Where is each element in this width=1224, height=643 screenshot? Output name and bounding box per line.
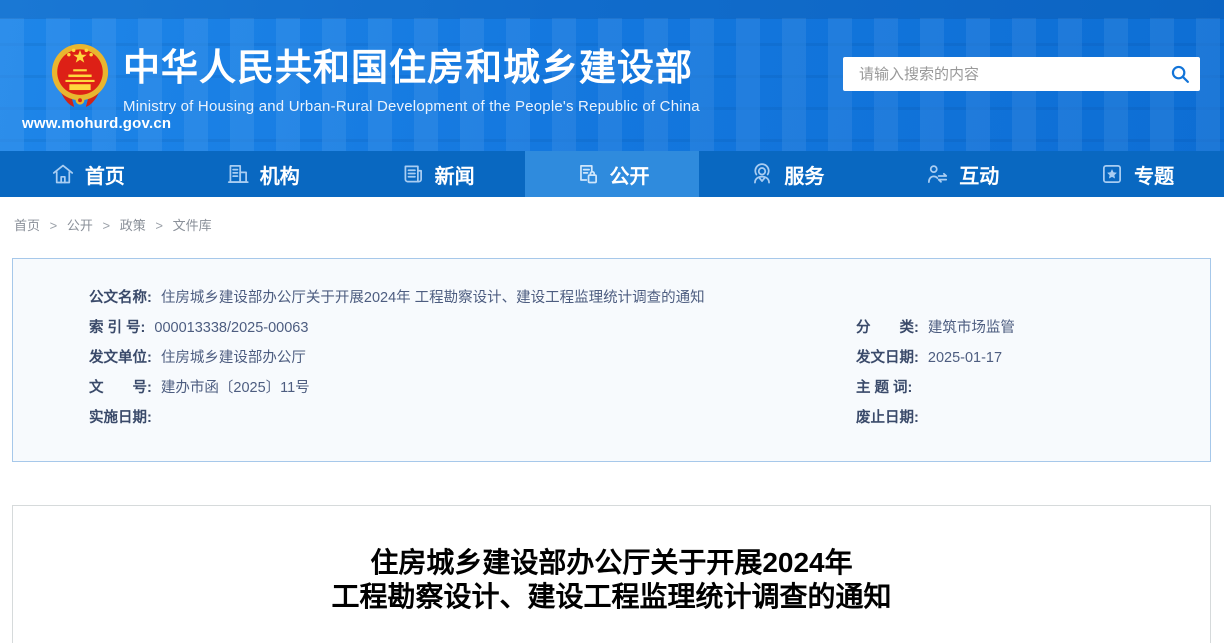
nav-item-label: 机构 [260, 160, 300, 189]
meta-value-issuing-unit: 住房城乡建设部办公厅 [161, 350, 306, 366]
document-title-line2: 工程勘察设计、建设工程监理统计调查的通知 [331, 581, 891, 612]
header-photo-band [0, 0, 1224, 19]
meta-row-doc-number: 文 号: 建办市函〔2025〕11号 主 题 词: [13, 373, 1210, 403]
meta-label-doc-number: 文 号: [89, 380, 152, 396]
search-icon [1169, 63, 1191, 85]
breadcrumb-item-disclosure[interactable]: 公开 [67, 218, 93, 233]
site-subtitle: Ministry of Housing and Urban-Rural Deve… [123, 98, 700, 115]
nav-item-label: 公开 [610, 160, 650, 189]
document-title-line1: 住房城乡建设部办公厅关于开展2024年 [370, 547, 852, 578]
doc-content-box: 住房城乡建设部办公厅关于开展2024年 工程勘察设计、建设工程监理统计调查的通知 [12, 505, 1211, 643]
meta-value-category: 建筑市场监管 [928, 320, 1015, 336]
topics-icon [1099, 161, 1125, 187]
nav-item-home[interactable]: 首页 [0, 151, 175, 197]
nav-item-organization[interactable]: 机构 [175, 151, 350, 197]
breadcrumb-item-policy[interactable]: 政策 [120, 218, 146, 233]
meta-row-issuer: 发文单位: 住房城乡建设部办公厅 发文日期: 2025-01-17 [13, 343, 1210, 373]
meta-value-issue-date: 2025-01-17 [928, 350, 1002, 366]
breadcrumb-item-library[interactable]: 文件库 [173, 218, 212, 233]
breadcrumb-separator: > [155, 218, 163, 233]
search-button[interactable] [1160, 57, 1200, 91]
meta-label-effective-date: 实施日期: [89, 410, 152, 426]
nav-item-label: 专题 [1134, 160, 1174, 189]
news-icon [400, 161, 426, 187]
doc-meta-box: 公文名称: 住房城乡建设部办公厅关于开展2024年 工程勘察设计、建设工程监理统… [12, 258, 1211, 462]
home-icon [50, 161, 76, 187]
nav-item-label: 首页 [85, 160, 125, 189]
meta-value-doc-name: 住房城乡建设部办公厅关于开展2024年 工程勘察设计、建设工程监理统计调查的通知 [161, 290, 705, 306]
nav-item-label: 服务 [784, 160, 824, 189]
meta-label-index-no: 索 引 号: [89, 320, 145, 336]
meta-label-issuing-unit: 发文单位: [89, 350, 152, 366]
meta-label-subject-words: 主 题 词: [856, 380, 912, 396]
meta-label-issue-date: 发文日期: [856, 350, 919, 366]
service-icon [749, 161, 775, 187]
meta-label-repeal-date: 废止日期: [856, 410, 919, 426]
meta-row-name: 公文名称: 住房城乡建设部办公厅关于开展2024年 工程勘察设计、建设工程监理统… [13, 283, 1210, 313]
site-url: www.mohurd.gov.cn [22, 115, 138, 132]
meta-value-index-no: 000013338/2025-00063 [154, 320, 308, 336]
site-logo[interactable]: www.mohurd.gov.cn [22, 40, 138, 132]
meta-label-category: 分 类: [856, 320, 919, 336]
nav-item-topics[interactable]: 专题 [1049, 151, 1224, 197]
mohurd-page: www.mohurd.gov.cn 中华人民共和国住房和城乡建设部 Minist… [0, 0, 1224, 643]
site-header: www.mohurd.gov.cn 中华人民共和国住房和城乡建设部 Minist… [0, 0, 1224, 151]
nav-item-disclosure[interactable]: 公开 [525, 151, 700, 197]
organization-icon [225, 161, 251, 187]
search-input[interactable] [843, 57, 1160, 91]
search-box [843, 57, 1200, 91]
interaction-icon [924, 161, 950, 187]
site-title-block: 中华人民共和国住房和城乡建设部 Ministry of Housing and … [123, 46, 700, 115]
disclosure-icon [575, 161, 601, 187]
national-emblem-icon [49, 40, 111, 112]
main-nav: 首页 机构 新闻 公开 [0, 151, 1224, 197]
nav-item-label: 互动 [959, 160, 999, 189]
nav-item-services[interactable]: 服务 [699, 151, 874, 197]
site-title: 中华人民共和国住房和城乡建设部 [123, 46, 700, 90]
document-title: 住房城乡建设部办公厅关于开展2024年 工程勘察设计、建设工程监理统计调查的通知 [13, 506, 1210, 614]
meta-label-doc-name: 公文名称: [89, 290, 152, 306]
nav-item-news[interactable]: 新闻 [350, 151, 525, 197]
breadcrumb-item-home[interactable]: 首页 [14, 218, 40, 233]
meta-row-dates: 实施日期: 废止日期: [13, 403, 1210, 433]
breadcrumb-separator: > [103, 218, 111, 233]
breadcrumb-separator: > [50, 218, 58, 233]
meta-row-index: 索 引 号: 000013338/2025-00063 分 类: 建筑市场监管 [13, 313, 1210, 343]
meta-value-doc-number: 建办市函〔2025〕11号 [161, 380, 310, 396]
nav-item-interaction[interactable]: 互动 [874, 151, 1049, 197]
breadcrumb: 首页 > 公开 > 政策 > 文件库 [14, 218, 1224, 234]
nav-item-label: 新闻 [435, 160, 475, 189]
